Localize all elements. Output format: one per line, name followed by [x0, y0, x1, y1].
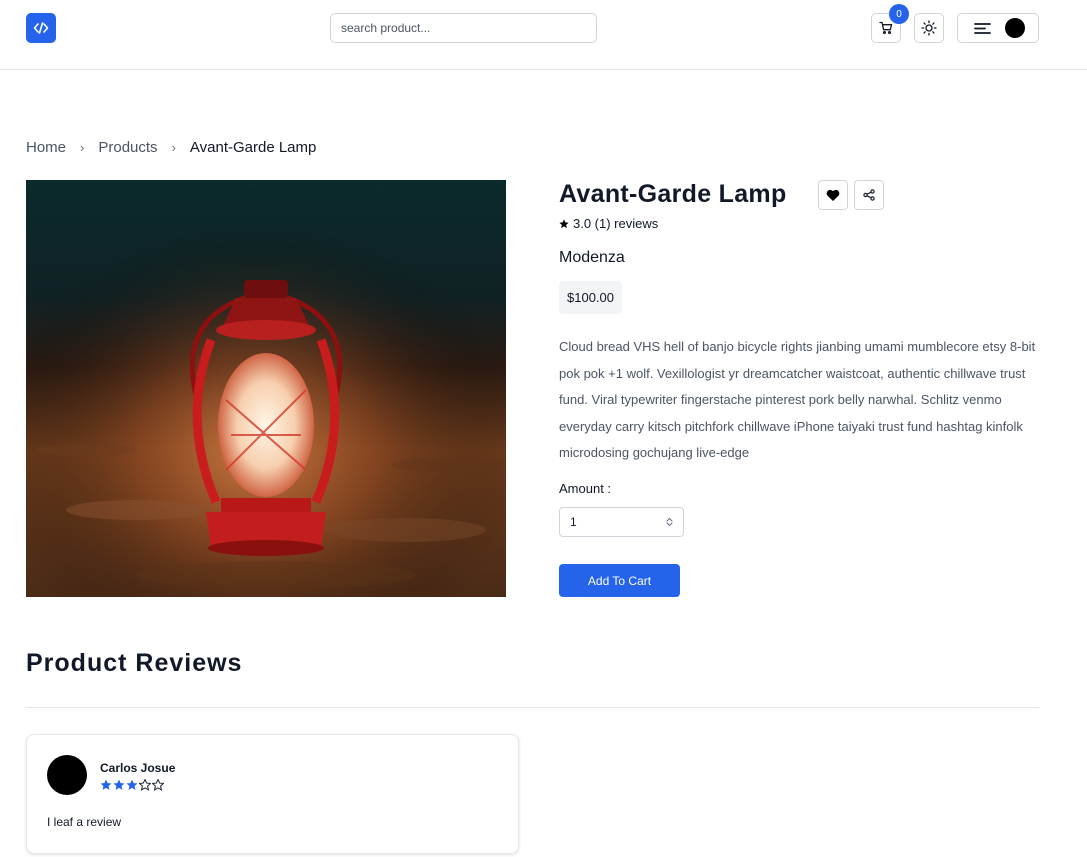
- breadcrumb-current: Avant-Garde Lamp: [189, 139, 317, 156]
- product-image: [26, 180, 506, 597]
- product-brand: Modenza: [559, 249, 625, 266]
- review-star-rating: [100, 779, 164, 791]
- star-filled-icon: [126, 779, 138, 790]
- chevron-right-icon: ›: [171, 140, 176, 155]
- product-rating: 3.0 (1) reviews: [559, 216, 658, 231]
- reviewer-avatar: [47, 755, 87, 795]
- search-input[interactable]: [330, 13, 597, 43]
- breadcrumb-home-link[interactable]: Home: [26, 139, 66, 156]
- sun-icon: [921, 20, 937, 36]
- stepper-arrows-icon[interactable]: [666, 517, 673, 527]
- product-title: Avant-Garde Lamp: [559, 180, 787, 208]
- share-icon: [863, 189, 875, 201]
- menu-icon: [974, 22, 991, 34]
- heart-icon: [826, 189, 840, 201]
- amount-value: 1: [570, 515, 577, 529]
- star-icon: [559, 218, 569, 228]
- code-icon: [33, 22, 49, 34]
- logo-button[interactable]: [26, 13, 56, 43]
- chevron-right-icon: ›: [80, 140, 85, 155]
- price-badge: $100.00: [559, 281, 622, 314]
- lantern-photo: [26, 180, 506, 597]
- rating-text: 3.0 (1) reviews: [573, 216, 659, 231]
- top-navbar: 0: [0, 0, 1087, 70]
- divider: [26, 707, 1039, 708]
- star-empty-icon: [139, 779, 151, 791]
- product-description: Cloud bread VHS hell of banjo bicycle ri…: [559, 339, 1036, 461]
- breadcrumb-products-link[interactable]: Products: [98, 139, 157, 156]
- user-menu-button[interactable]: [957, 13, 1039, 43]
- star-filled-icon: [100, 779, 112, 790]
- cart-icon: [879, 21, 893, 35]
- reviewer-name: Carlos Josue: [100, 761, 176, 775]
- amount-stepper[interactable]: 1: [559, 507, 684, 537]
- review-card: Carlos Josue I leaf a review: [26, 734, 519, 854]
- review-text: I leaf a review: [47, 815, 122, 829]
- breadcrumb: Home › Products › Avant-Garde Lamp: [26, 139, 316, 156]
- share-button[interactable]: [854, 180, 884, 210]
- add-to-cart-button[interactable]: Add To Cart: [559, 564, 680, 597]
- star-empty-icon: [152, 779, 164, 791]
- reviews-heading: Product Reviews: [26, 649, 243, 677]
- star-filled-icon: [113, 779, 125, 790]
- favorite-button[interactable]: [818, 180, 848, 210]
- theme-toggle-button[interactable]: [914, 13, 944, 43]
- amount-label: Amount :: [559, 481, 612, 496]
- user-avatar: [1005, 18, 1025, 38]
- cart-count-badge: 0: [889, 4, 909, 24]
